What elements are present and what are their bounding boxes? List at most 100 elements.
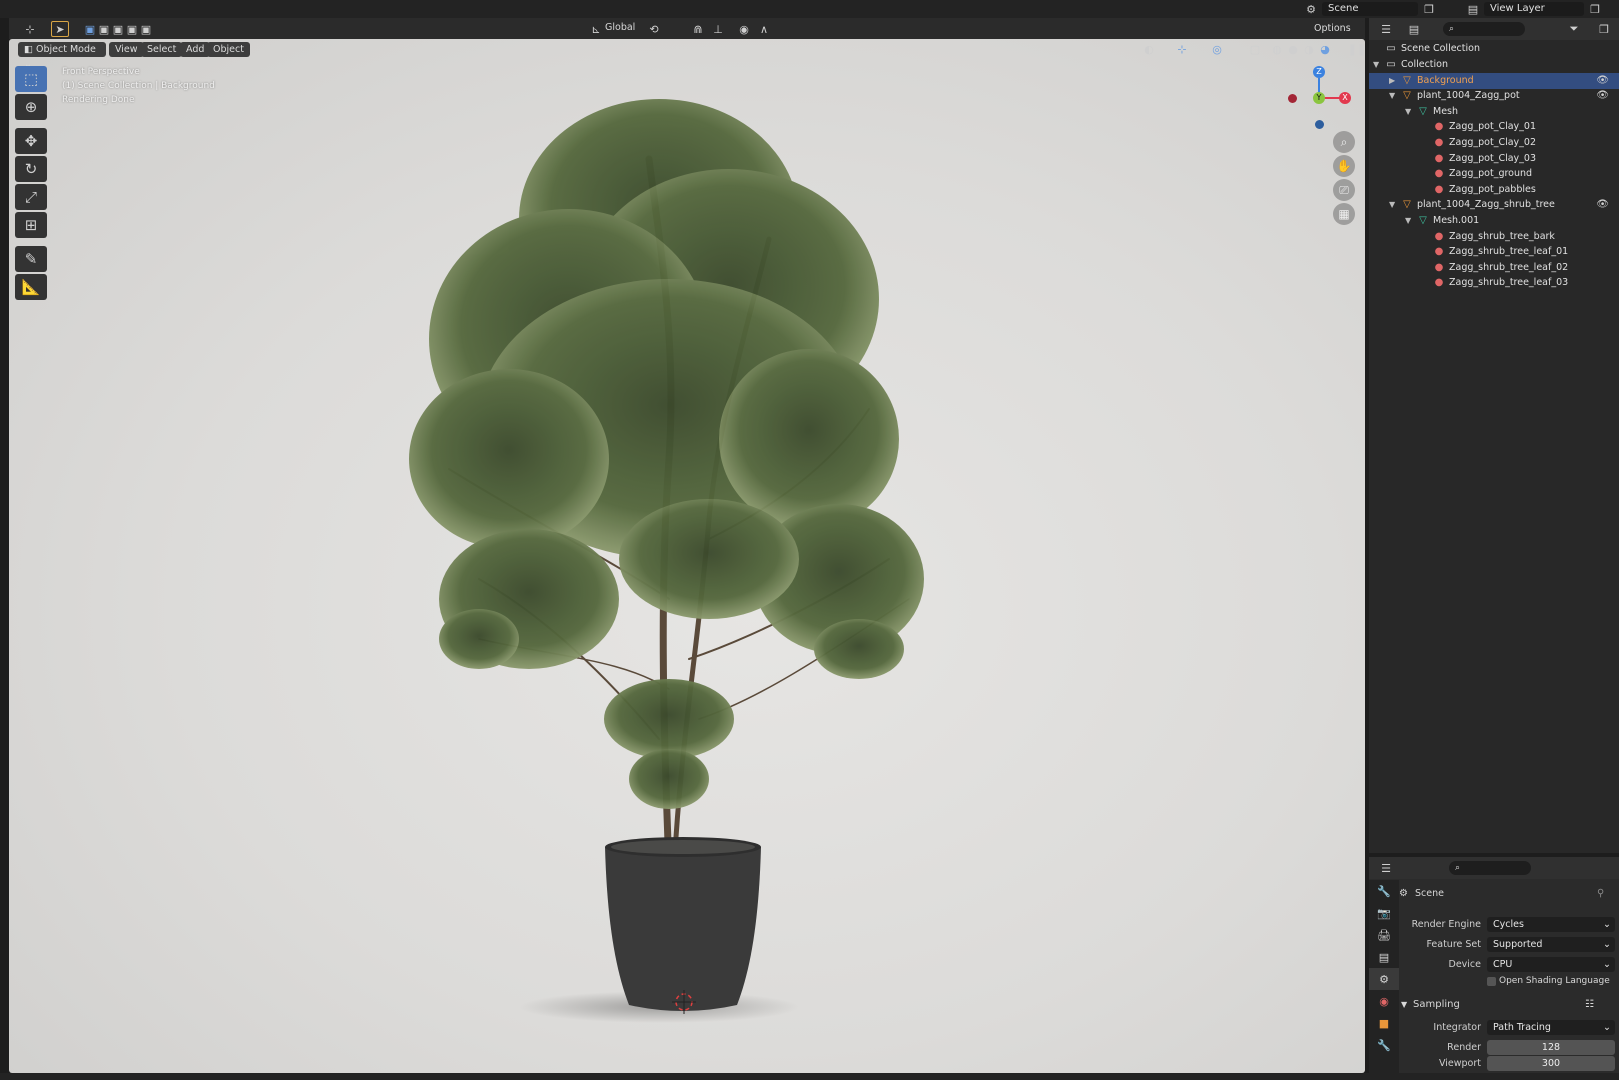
move-tool-icon[interactable]: ✥ [15,128,47,154]
view-layer-selector[interactable]: View Layer [1484,2,1584,16]
annotate-tool-icon[interactable]: ✎ [15,246,47,272]
outliner-row[interactable]: ▶ ▽ Background 👁 [1369,72,1619,89]
osl-checkbox[interactable] [1487,977,1496,986]
transform-tool-icon[interactable]: ⊞ [15,212,47,238]
new-view-layer-icon[interactable]: ❐ [1586,1,1604,17]
render-samples-field[interactable]: 128 [1487,1040,1615,1055]
xray-toggle-icon[interactable]: ▢ [1246,41,1264,57]
outliner-row[interactable]: ▼ ▽ plant_1004_Zagg_pot 👁 [1369,88,1619,104]
device-value: CPU [1493,959,1513,970]
options-dropdown[interactable]: Options ⌄ [1308,21,1365,49]
viewport-samples-field[interactable]: 300 [1487,1056,1615,1071]
scene-icon[interactable]: ⚙ [1302,1,1320,17]
falloff-icon[interactable]: ∧ [755,21,773,37]
outliner-row[interactable]: ● Zagg_pot_Clay_03 [1369,151,1619,167]
object-mode-dropdown[interactable]: ◧ Object Mode ⌄ [18,42,106,70]
outliner-row[interactable]: ● Zagg_shrub_tree_leaf_03 [1369,275,1619,291]
menu-select[interactable]: Select [141,42,183,57]
presets-list-icon[interactable]: ☷ [1585,997,1594,1012]
visibility-eye-icon[interactable]: 👁 [1596,197,1609,213]
selection-mode-intersect-icon[interactable]: ▣ [137,21,155,37]
scene-tab-icon[interactable]: ⚙ [1369,968,1399,990]
integrator-dropdown[interactable]: Path Tracing ⌄ [1487,1020,1615,1035]
transform-orientation-dropdown[interactable]: Global [605,22,635,33]
gizmo-y-icon[interactable]: Y [1313,92,1325,104]
feature-set-dropdown[interactable]: Supported ⌄ [1487,937,1615,952]
view-layer-icon[interactable]: ▤ [1464,1,1482,17]
gizmo-neg-x-icon[interactable] [1288,94,1297,103]
chevron-right-icon[interactable]: ▶ [1389,73,1395,89]
pan-hand-icon[interactable]: ✋ [1333,155,1355,177]
menu-view[interactable]: View [109,42,144,57]
new-scene-icon[interactable]: ❐ [1420,1,1438,17]
outliner-row[interactable]: ▼ ▭ Collection [1369,57,1619,73]
overlay-toggle-icon[interactable]: ◎ [1208,41,1226,57]
outliner-root[interactable]: ▭ Scene Collection [1369,41,1619,57]
outliner-row[interactable]: ▼ ▽ Mesh.001 [1369,213,1619,229]
new-collection-icon[interactable]: ❐ [1595,21,1613,37]
outliner-row[interactable]: ● Zagg_pot_ground [1369,166,1619,182]
view-layer-tab-icon[interactable]: ▤ [1369,946,1399,968]
outliner-row[interactable]: ● Zagg_pot_Clay_01 [1369,119,1619,135]
cursor-tool-icon[interactable]: ⊕ [15,94,47,120]
gizmo-toggle-icon[interactable]: ⊹ [1173,41,1191,57]
render-engine-dropdown[interactable]: Cycles ⌄ [1487,917,1615,932]
zoom-icon[interactable]: ⌕ [1333,131,1355,153]
scene-collection-icon: ▭ [1386,43,1396,54]
pin-icon[interactable]: ⚲ [1597,888,1604,899]
pause-render-icon[interactable]: ❚❚ [1348,41,1365,57]
3d-viewport[interactable]: ◧ Object Mode ⌄ View Select Add Object ◐… [9,39,1365,1073]
world-tab-icon[interactable]: ◉ [1369,990,1399,1012]
outliner-editor-type-icon[interactable]: ☰ [1377,21,1395,37]
visibility-eye-icon[interactable]: 👁 [1596,88,1609,104]
chevron-down-icon[interactable]: ▼ [1373,57,1379,73]
visibility-icon[interactable]: ◐ [1140,41,1158,57]
outliner-row[interactable]: ● Zagg_shrub_tree_bark [1369,229,1619,245]
proportional-edit-icon[interactable]: ◉ [735,21,753,37]
render-tab-icon[interactable]: 📷 [1369,902,1399,924]
properties-search-input[interactable]: ⌕ [1449,861,1531,875]
chevron-down-icon[interactable]: ▼ [1389,197,1395,213]
outliner-row[interactable]: ▼ ▽ plant_1004_Zagg_shrub_tree 👁 [1369,197,1619,213]
select-box-icon[interactable]: ⬚ [15,66,47,92]
menu-add[interactable]: Add [180,42,211,57]
outliner-row[interactable]: ● Zagg_pot_Clay_02 [1369,135,1619,151]
outliner-row[interactable]: ● Zagg_pot_pabbles [1369,182,1619,198]
object-tab-icon[interactable]: ■ [1369,1012,1399,1034]
outliner-search-input[interactable]: ⌕ [1443,22,1525,36]
gizmo-neg-z-icon[interactable] [1315,120,1324,129]
outliner-row[interactable]: ● Zagg_shrub_tree_leaf_02 [1369,260,1619,276]
camera-view-icon[interactable]: ⎚ [1333,179,1355,201]
menu-object[interactable]: Object [207,42,250,57]
chevron-down-icon[interactable]: ▼ [1389,88,1395,104]
measure-tool-icon[interactable]: 📐 [15,274,47,300]
gizmo-x-icon[interactable]: X [1339,92,1351,104]
visibility-eye-icon[interactable]: 👁 [1596,73,1609,89]
outliner-row[interactable]: ▼ ▽ Mesh [1369,104,1619,120]
filter-icon[interactable]: ⏷ [1565,21,1583,37]
properties-context-title: Scene [1415,888,1444,899]
modifier-tab-icon[interactable]: 🔧 [1369,1034,1399,1056]
editor-type-icon[interactable]: ⊹ [21,21,39,37]
transform-orientation-icon: ⊾ [591,22,601,36]
perspective-toggle-icon[interactable]: ▦ [1333,203,1355,225]
outliner-row-label: Mesh [1433,105,1459,117]
snap-target-icon[interactable]: ⊥ [709,21,727,37]
snap-icon[interactable]: ⋒ [689,21,707,37]
properties-editor-type-icon[interactable]: ☰ [1377,860,1395,876]
shading-rendered-icon[interactable]: ◕ [1316,41,1334,57]
pivot-point-icon[interactable]: ⟲ [645,21,663,37]
outliner-row[interactable]: ● Zagg_shrub_tree_leaf_01 [1369,244,1619,260]
gizmo-z-icon[interactable]: Z [1313,66,1325,78]
chevron-down-icon[interactable]: ▼ [1405,104,1411,120]
device-dropdown[interactable]: CPU ⌄ [1487,957,1615,972]
tool-tab-icon[interactable]: 🔧 [1369,880,1399,902]
sampling-panel-header[interactable]: ▼ Sampling ☷ [1401,997,1615,1012]
chevron-down-icon[interactable]: ▼ [1405,213,1411,229]
output-tab-icon[interactable]: 🖨 [1369,924,1399,946]
scale-tool-icon[interactable]: ⤢ [15,184,47,210]
scene-selector[interactable]: Scene [1322,2,1418,16]
select-tool-icon[interactable]: ➤ [51,21,69,37]
rotate-tool-icon[interactable]: ↻ [15,156,47,182]
display-mode-icon[interactable]: ▤ [1405,21,1423,37]
